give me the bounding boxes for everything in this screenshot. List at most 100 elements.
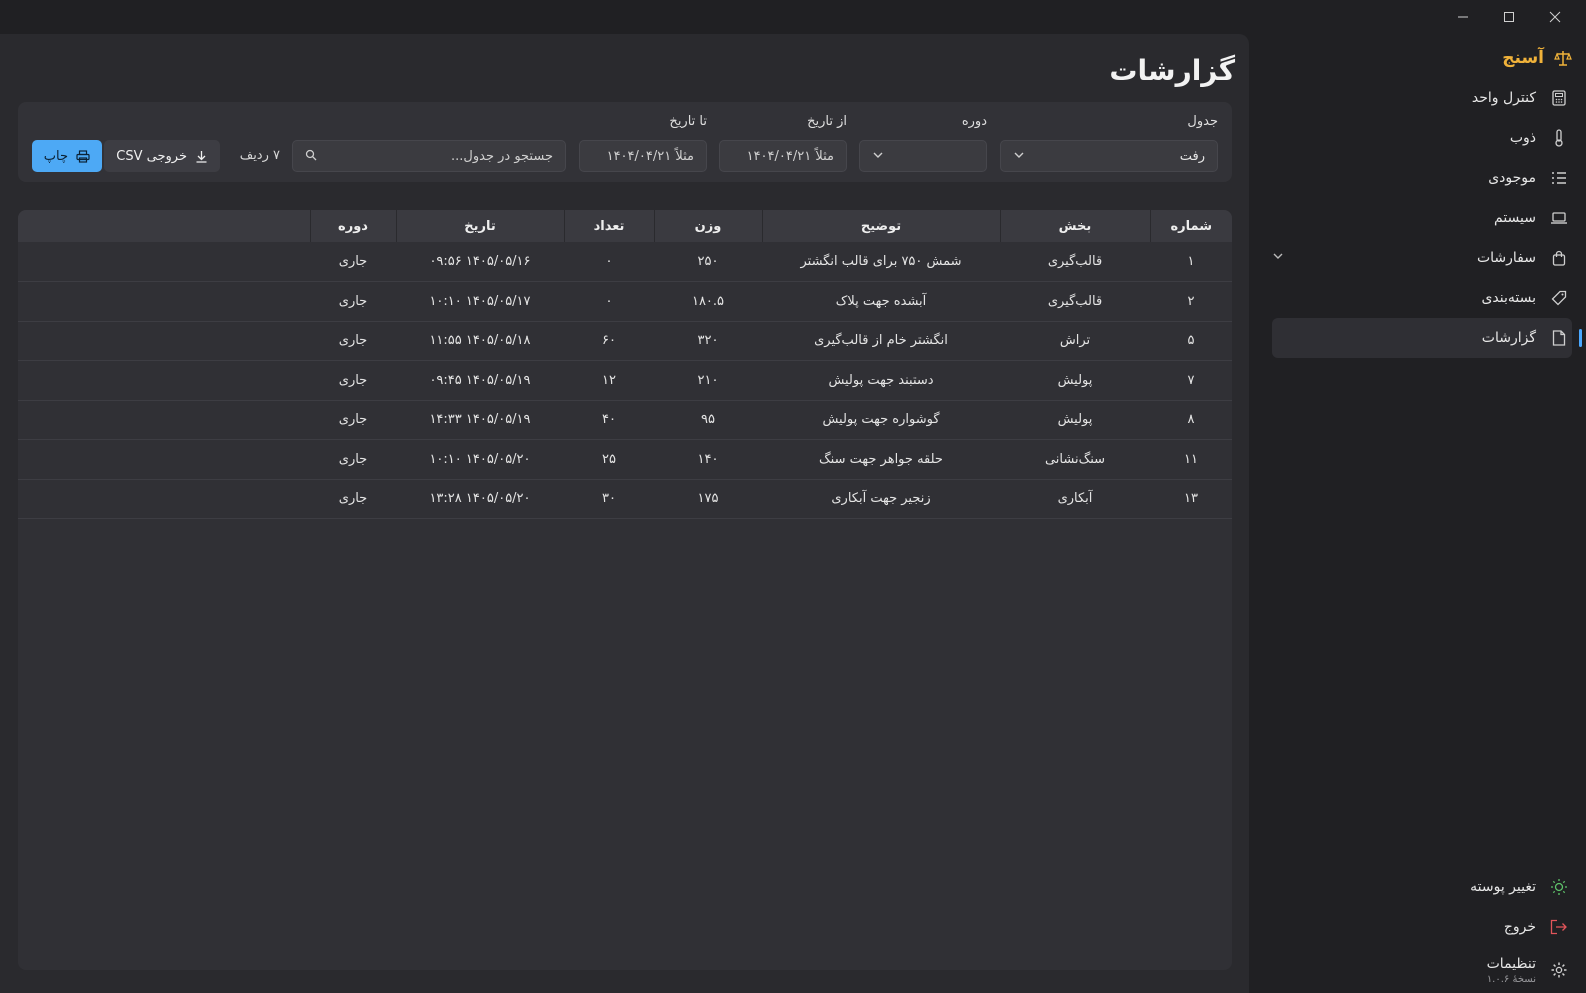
cell-description: انگشتر خام از قالب‌گیری	[814, 333, 948, 349]
sidebar-item-label: بسته‌بندی	[1481, 290, 1536, 306]
maximize-button[interactable]	[1486, 0, 1532, 34]
column-header[interactable]: دوره	[309, 210, 396, 242]
table-row[interactable]: ۸ پولیش گوشواره جهت پولیش ۹۵ ۴۰ ۱۴۰۵/۰۵/…	[18, 400, 1232, 440]
cell-number: ۲	[1187, 293, 1195, 309]
cell-number: ۵	[1187, 333, 1195, 349]
app-window: گزارشات جدول رفت دوره از تاریخ مثلاً ۱۴۰…	[0, 0, 1586, 993]
sidebar-item-label: خروج	[1503, 919, 1536, 935]
cell-date: ۱۴۰۵/۰۵/۱۹ ۰۹:۴۵	[429, 372, 531, 388]
column-header[interactable]: بخش	[999, 210, 1150, 242]
table-row[interactable]: ۱۳ آبکاری زنجیر جهت آبکاری ۱۷۵ ۳۰ ۱۴۰۵/۰…	[18, 479, 1232, 519]
sidebar-item-packaging[interactable]: بسته‌بندی	[1272, 278, 1572, 318]
sidebar-item-system[interactable]: سیستم	[1272, 198, 1572, 238]
table-row[interactable]: ۱ قالب‌گیری شمش ۷۵۰ برای قالب انگشتر ۲۵۰…	[18, 242, 1232, 282]
column-header[interactable]: تعداد	[563, 210, 654, 242]
cell-number: ۱۳	[1184, 491, 1198, 507]
period-select[interactable]	[859, 140, 987, 172]
laptop-icon	[1550, 209, 1568, 227]
download-icon	[196, 150, 207, 163]
table-row[interactable]: ۵ تراش انگشتر خام از قالب‌گیری ۳۲۰ ۶۰ ۱۴…	[18, 321, 1232, 361]
sun-icon	[1550, 878, 1568, 896]
cell-period: جاری	[338, 412, 368, 428]
table-row[interactable]: ۲ قالب‌گیری آبشده جهت پلاک ۱۸۰.۵ ۰ ۱۴۰۵/…	[18, 282, 1232, 321]
cell-description: حلقه جواهر جهت سنگ	[819, 451, 943, 467]
settings-text: تنظیمات نسخهٔ ۱.۰.۶	[1487, 956, 1536, 985]
table-row[interactable]: ۱۱ سنگ‌نشانی حلقه جواهر جهت سنگ ۱۴۰ ۲۵ ۱…	[18, 440, 1232, 479]
filter-bar: جدول رفت دوره از تاریخ مثلاً ۱۴۰۴/۰۴/۲۱ …	[18, 102, 1232, 182]
search-icon	[305, 149, 317, 161]
table-row[interactable]: ۷ پولیش دستبند جهت پولیش ۲۱۰ ۱۲ ۱۴۰۵/۰۵/…	[18, 361, 1232, 400]
close-button[interactable]	[1532, 0, 1578, 34]
gear-icon	[1550, 961, 1568, 979]
thermometer-icon	[1550, 129, 1568, 147]
chevron-down-icon	[873, 152, 883, 158]
main-panel: گزارشات جدول رفت دوره از تاریخ مثلاً ۱۴۰…	[0, 34, 1249, 993]
sidebar-item-label: کنترل واحد	[1471, 90, 1536, 106]
close-icon	[1549, 11, 1561, 23]
report-table: شماره بخش توضیح وزن تعداد تاریخ دوره ۱ ق…	[18, 210, 1232, 970]
cell-section: قالب‌گیری	[1047, 293, 1103, 309]
csv-export-button[interactable]: خروجی CSV	[104, 140, 220, 172]
sidebar-item-label: سیستم	[1494, 210, 1536, 226]
sidebar-item-reports[interactable]: گزارشات	[1272, 318, 1582, 358]
column-header[interactable]: شماره	[1149, 210, 1232, 242]
brand-name: آسنج	[1502, 48, 1544, 68]
print-label: چاپ	[43, 148, 68, 164]
cell-date: ۱۴۰۵/۰۵/۱۹ ۱۴:۳۳	[429, 412, 531, 428]
cell-number: ۱۱	[1184, 451, 1198, 467]
maximize-icon	[1504, 12, 1514, 22]
cell-count: ۲۵	[602, 451, 616, 467]
sidebar-item-unit-control[interactable]: کنترل واحد	[1272, 78, 1572, 118]
cell-date: ۱۴۰۵/۰۵/۱۶ ۰۹:۵۶	[429, 254, 531, 269]
search-input[interactable]: جستجو در جدول...	[292, 140, 566, 172]
sidebar-item-orders[interactable]: سفارشات	[1272, 238, 1572, 278]
cell-count: ۰	[605, 293, 613, 309]
calculator-icon	[1550, 89, 1568, 107]
sidebar-item-inventory[interactable]: موجودی	[1272, 158, 1572, 198]
cell-section: آبکاری	[1057, 491, 1093, 507]
printer-icon	[76, 149, 90, 163]
csv-export-label: خروجی CSV	[116, 148, 187, 164]
to-date-input[interactable]: مثلاً ۱۴۰۴/۰۴/۲۱	[579, 140, 707, 172]
sidebar-item-label: تغییر پوسته	[1470, 879, 1536, 895]
sidebar-item-label: سفارشات	[1476, 250, 1536, 266]
from-date-placeholder: مثلاً ۱۴۰۴/۰۴/۲۱	[746, 148, 834, 164]
cell-weight: ۳۲۰	[697, 333, 719, 349]
minimize-button[interactable]	[1440, 0, 1486, 34]
cell-description: آبشده جهت پلاک	[835, 293, 927, 309]
table-select[interactable]: رفت	[1000, 140, 1218, 172]
column-header[interactable]: تاریخ	[395, 210, 564, 242]
table-select-value: رفت	[1179, 148, 1205, 164]
settings-button[interactable]: تنظیمات نسخهٔ ۱.۰.۶	[1272, 947, 1572, 993]
logout-button[interactable]: خروج	[1272, 907, 1572, 947]
column-header[interactable]: وزن	[653, 210, 762, 242]
column-header[interactable]: توضیح	[761, 210, 1000, 242]
minimize-icon	[1458, 16, 1468, 18]
cell-date: ۱۴۰۵/۰۵/۲۰ ۱۳:۲۸	[429, 491, 531, 507]
cell-section: پولیش	[1057, 372, 1093, 388]
chevron-down-icon[interactable]	[1272, 250, 1284, 262]
sidebar-item-melt[interactable]: ذوب	[1272, 118, 1572, 158]
cell-weight: ۲۱۰	[697, 372, 719, 388]
cell-date: ۱۴۰۵/۰۵/۱۸ ۱۱:۵۵	[429, 333, 531, 349]
cell-count: ۰	[605, 254, 613, 269]
cell-weight: ۱۸۰.۵	[691, 293, 725, 309]
cell-section: تراش	[1059, 333, 1091, 349]
cell-weight: ۱۷۵	[697, 491, 719, 507]
brand: آسنج	[1502, 48, 1572, 68]
theme-toggle-button[interactable]: تغییر پوسته	[1272, 867, 1572, 907]
tag-icon	[1550, 289, 1568, 307]
cell-count: ۱۲	[602, 372, 616, 388]
to-date-label: تا تاریخ	[669, 114, 707, 129]
from-date-input[interactable]: مثلاً ۱۴۰۴/۰۴/۲۱	[719, 140, 847, 172]
sidebar: آسنج کنترل واحد ذوب موجودی سیستم سفارشات	[1268, 34, 1586, 993]
sidebar-item-label: گزارشات	[1481, 330, 1536, 346]
cell-count: ۶۰	[602, 333, 616, 349]
cell-period: جاری	[338, 491, 368, 507]
from-date-label: از تاریخ	[807, 114, 847, 129]
cell-count: ۳۰	[602, 491, 616, 507]
print-button[interactable]: چاپ	[31, 140, 102, 172]
sidebar-nav: کنترل واحد ذوب موجودی سیستم سفارشات بسته…	[1272, 78, 1582, 358]
sidebar-item-label: موجودی	[1488, 170, 1536, 186]
scale-icon	[1554, 51, 1572, 66]
